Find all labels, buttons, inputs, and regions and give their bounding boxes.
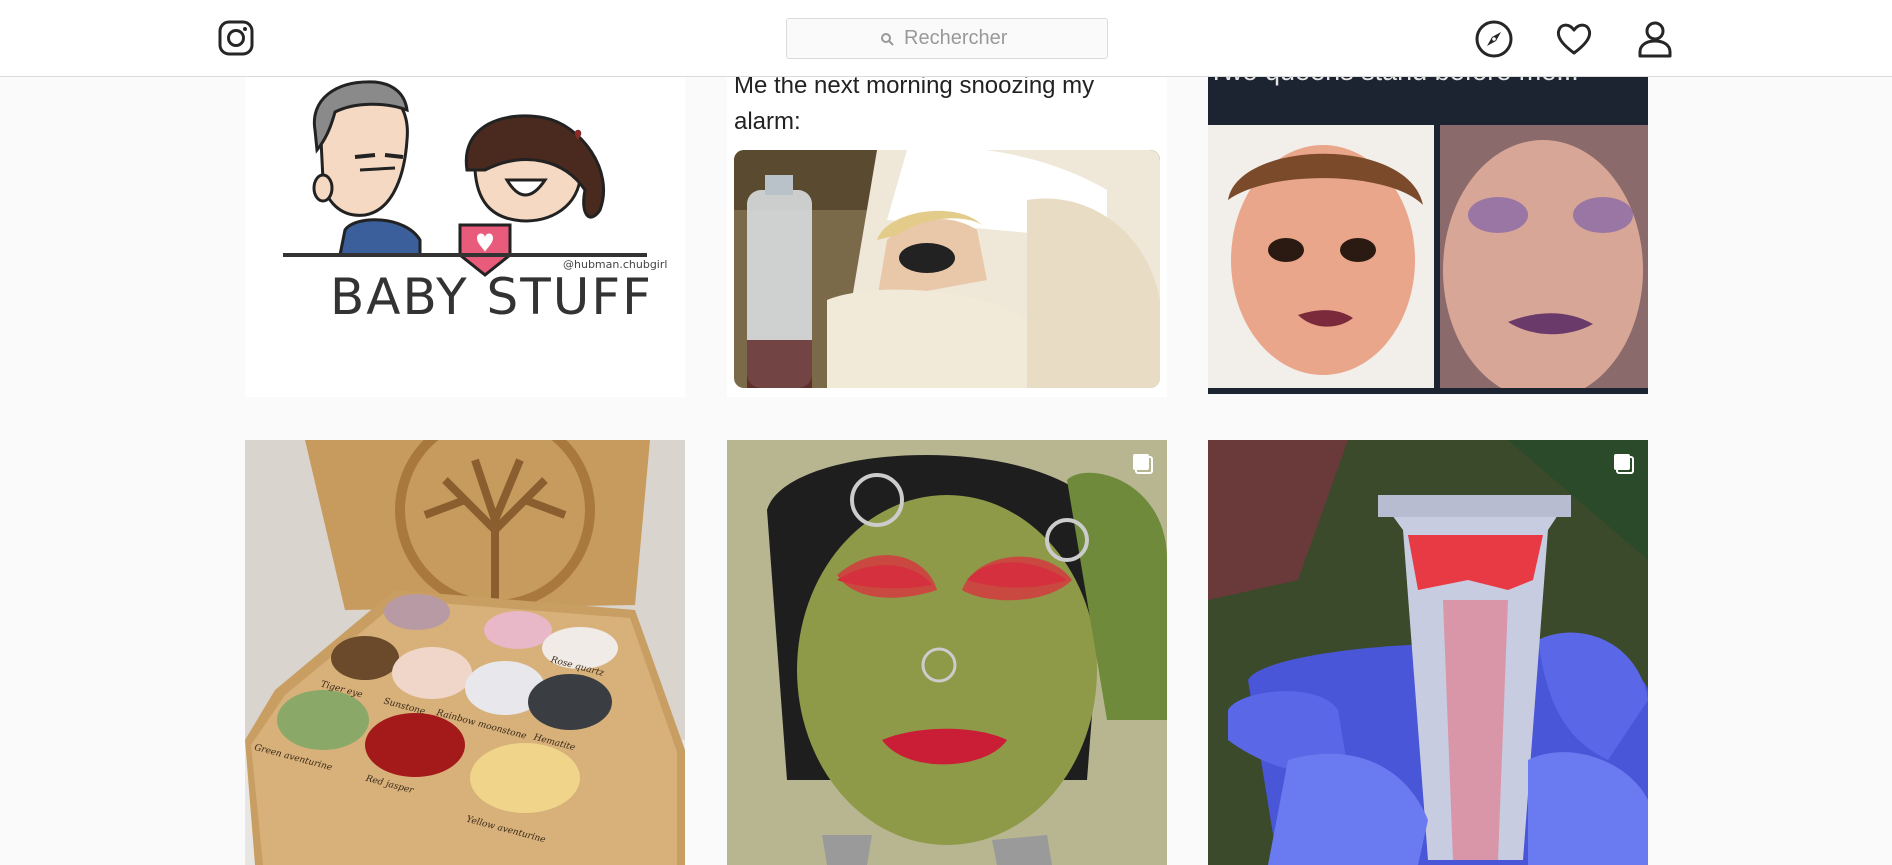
top-nav-bar — [0, 0, 1892, 77]
snooze-meme-photo — [734, 150, 1160, 388]
post-tile-queens-meme[interactable]: Two queens stand before me... — [1208, 40, 1648, 394]
search-input[interactable] — [904, 27, 1014, 50]
glitter-tube-photo — [1208, 440, 1648, 865]
multi-photo-icon — [1614, 454, 1634, 474]
instagram-logo-icon[interactable] — [218, 20, 254, 56]
post-tile-glitter-tube[interactable] — [1208, 440, 1648, 865]
baby-stuff-illustration — [283, 80, 647, 277]
heart-icon[interactable] — [1555, 20, 1593, 58]
post-tile-baby-stuff[interactable]: BABY STUFF @hubman.chubgirl — [245, 40, 685, 397]
multi-photo-icon — [1133, 454, 1153, 474]
post-tile-stone-palette[interactable]: Tiger eye Sunstone Rainbow moonstone Hem… — [245, 440, 685, 865]
green-makeup-photo — [727, 440, 1167, 865]
post-tile-snooze-meme[interactable]: Me the next morning snoozing my alarm: — [727, 40, 1167, 397]
queens-meme-photo — [1208, 125, 1648, 394]
search-icon — [881, 32, 894, 46]
baby-stuff-title: BABY STUFF — [330, 268, 653, 326]
post-tile-green-makeup[interactable] — [727, 440, 1167, 865]
compass-icon[interactable] — [1475, 20, 1513, 58]
baby-stuff-credit: @hubman.chubgirl — [563, 258, 668, 271]
stone-palette-photo — [245, 440, 685, 865]
user-icon[interactable] — [1636, 20, 1674, 58]
post-grid: BABY STUFF @hubman.chubgirl Me the next … — [0, 0, 1892, 865]
search-box[interactable] — [786, 18, 1108, 59]
